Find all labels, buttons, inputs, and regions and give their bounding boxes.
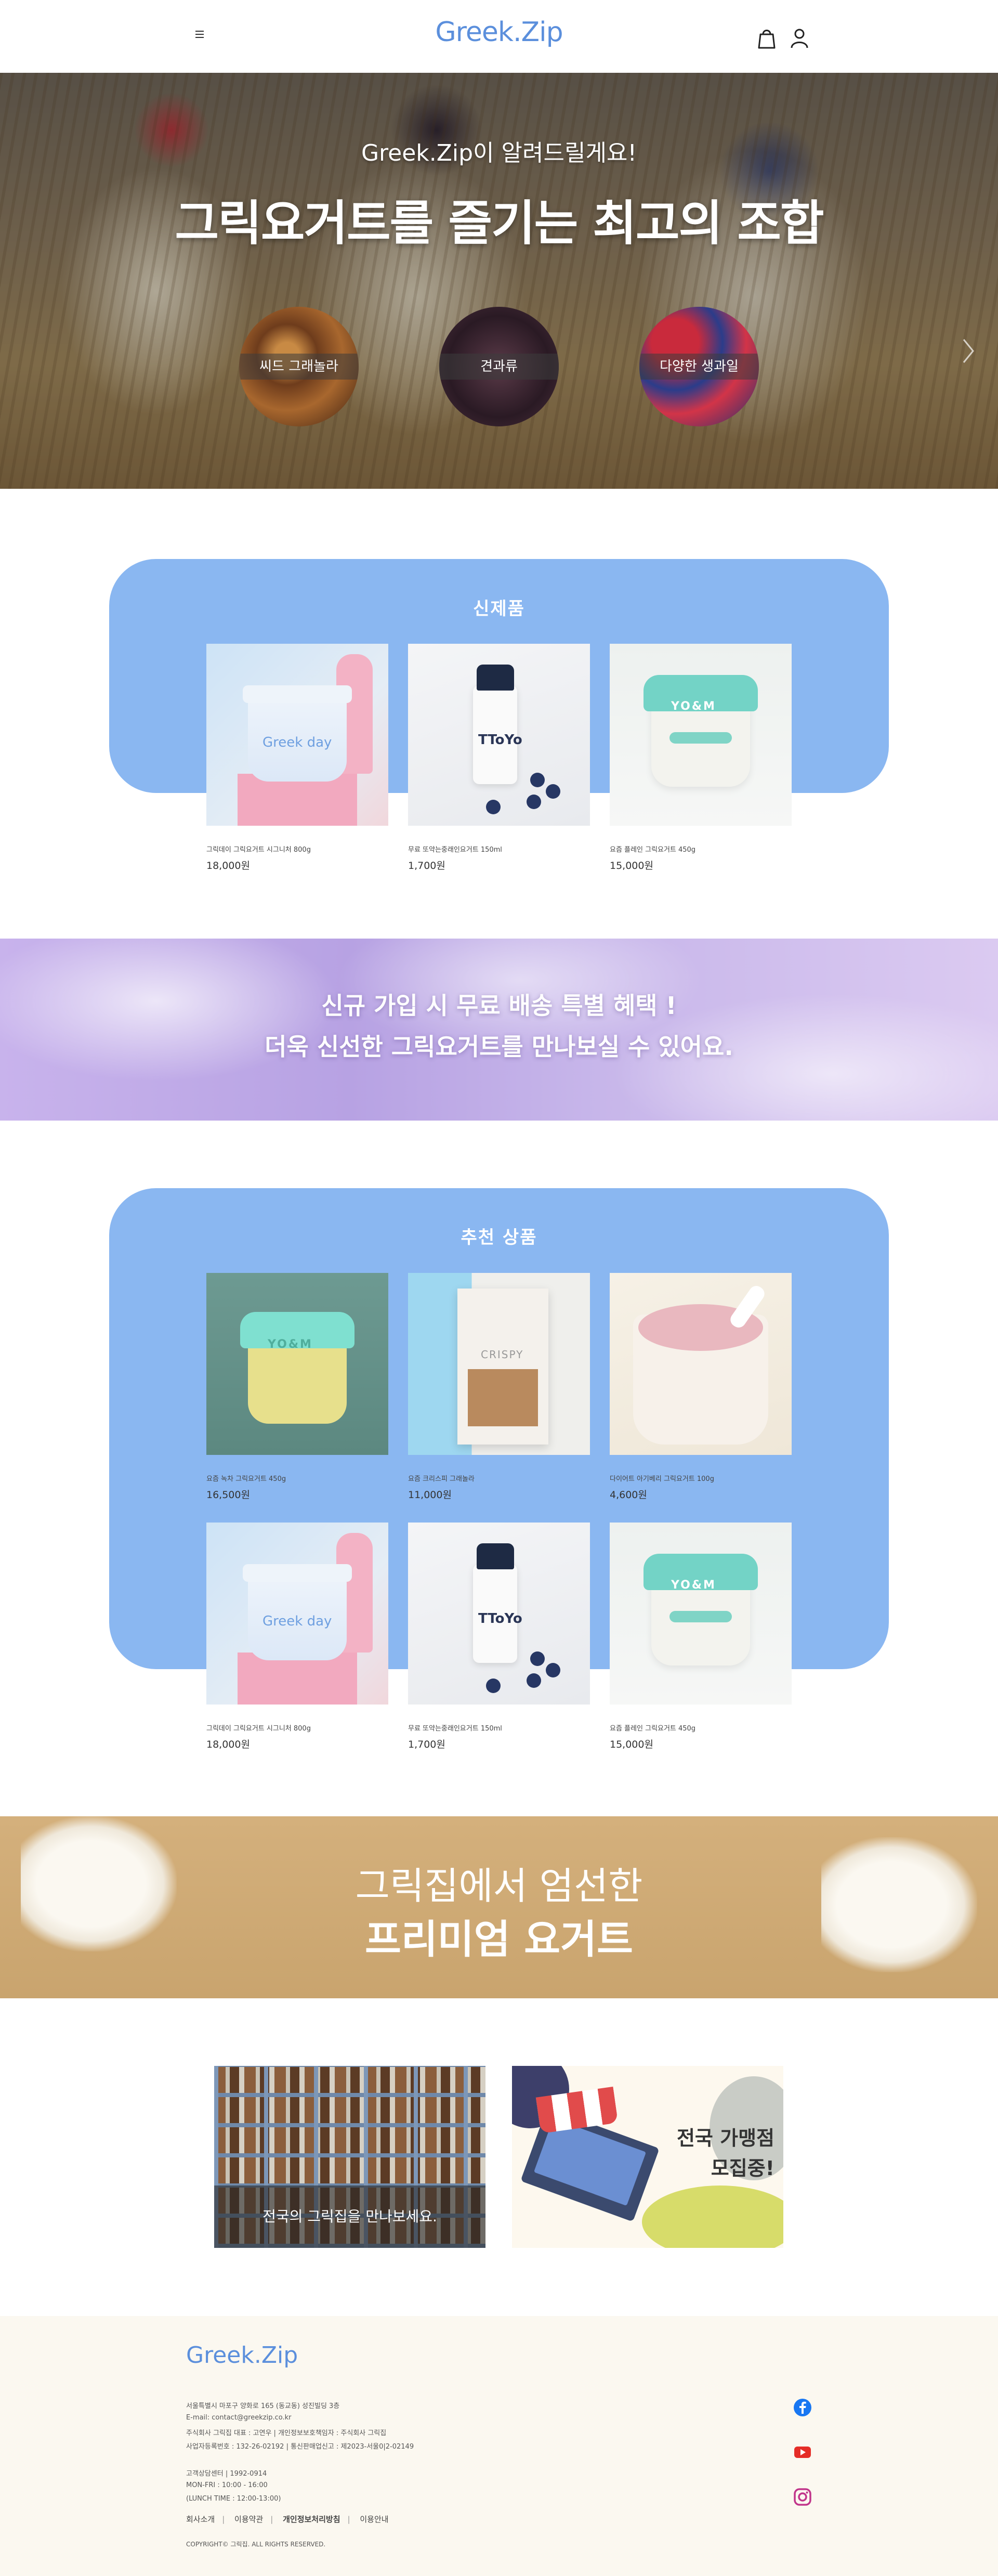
product-price: 11,000원 (408, 1489, 452, 1501)
footer-link-guide[interactable]: 이용안내 (360, 2515, 388, 2524)
premium-banner[interactable]: 그릭집에서 엄선한 프리미엄 요거트 (0, 1816, 998, 1998)
footer-link-privacy[interactable]: 개인정보처리방침 (283, 2515, 340, 2524)
product-name: 요즘 플레인 그릭요거트 450g (610, 846, 696, 854)
hamburger-menu-icon[interactable] (192, 29, 207, 43)
site-footer: Greek.Zip 서울특별시 마포구 양화로 165 (동교동) 성진빌딩 3… (0, 2316, 998, 2576)
product-card[interactable]: TToYo 무료 또약는중래인요거트 150ml 1,700원 (408, 1523, 590, 1751)
product-image: YO&M (610, 644, 792, 826)
footer-info-line: 사업자등록번호 : 132-26-02192 | 통신판매업신고 : 제2023… (186, 2443, 414, 2451)
product-card[interactable]: CRISPY 요즘 크리스피 그래놀라 11,000원 (408, 1273, 590, 1501)
franchise-card[interactable]: 전국 가맹점 모집중! (512, 2066, 783, 2248)
hero-circle-granola[interactable]: 씨드 그래놀라 (239, 307, 359, 426)
hero-subtitle: Greek.Zip이 알려드릴게요! (361, 140, 637, 166)
instagram-icon[interactable] (793, 2488, 812, 2506)
product-image: TToYo (408, 1523, 590, 1705)
hero-circle-label: 씨드 그래놀라 (239, 354, 359, 380)
product-card[interactable]: YO&M 요즘 녹차 그릭요거트 450g 16,500원 (206, 1273, 388, 1501)
product-name: 요즘 플레인 그릭요거트 450g (610, 1725, 696, 1733)
product-name: 무료 또약는중래인요거트 150ml (408, 846, 502, 854)
hero-circle-label: 다양한 생과일 (639, 354, 759, 380)
product-image: TToYo (408, 644, 590, 826)
footer-info-line: MON-FRI : 10:00 - 16:00 (186, 2481, 268, 2489)
footer-info-line: 주식회사 그릭집 대표 : 고연우 | 개인정보보호책임자 : 주식회사 그릭집 (186, 2429, 387, 2437)
product-price: 15,000원 (610, 860, 653, 871)
footer-copyright: COPYRIGHT© 그릭집. ALL RIGHTS RESERVED. (186, 2541, 326, 2548)
franchise-text: 전국 가맹점 모집중! (645, 2123, 774, 2183)
footer-links: 회사소개 | 이용약관 | 개인정보처리방침 | 이용안내 (186, 2515, 389, 2524)
franchise-line-2: 모집중! (711, 2157, 774, 2180)
user-icon[interactable] (789, 26, 810, 50)
product-name: 다이어트 아기베리 그릭요거트 100g (610, 1475, 714, 1483)
product-price: 16,500원 (206, 1489, 250, 1501)
hero-title: 그릭요거트를 즐기는 최고의 조합 (175, 196, 824, 251)
facebook-icon[interactable] (793, 2398, 812, 2417)
premium-line-1: 그릭집에서 엄선한 (355, 1864, 643, 1908)
footer-info-line: (LUNCH TIME : 12:00-13:00) (186, 2495, 281, 2503)
site-logo[interactable]: Greek.Zip (421, 17, 577, 48)
shopping-bag-icon[interactable] (756, 26, 777, 50)
hero-circle-label: 견과류 (439, 354, 559, 380)
footer-link-terms[interactable]: 이용약관 (234, 2515, 263, 2524)
product-card[interactable]: Greek day 그릭데이 그릭요거트 시그니처 800g 18,000원 (206, 644, 388, 872)
youtube-icon[interactable] (793, 2443, 812, 2462)
product-price: 18,000원 (206, 1739, 250, 1750)
store-locator-card[interactable]: 전국의 그릭집을 만나보세요. (214, 2066, 485, 2248)
product-price: 1,700원 (408, 1739, 445, 1750)
footer-link-company[interactable]: 회사소개 (186, 2515, 215, 2524)
promo-line-1: 신규 가입 시 무료 배송 특별 혜택 ! (321, 992, 677, 1020)
franchise-line-1: 전국 가맹점 (676, 2127, 774, 2150)
product-image: CRISPY (408, 1273, 590, 1455)
page: Greek.Zip Greek.Zip이 알려드릴게요! 그릭요거트를 즐기는 … (0, 0, 998, 2576)
recommended-title: 추천 상품 (461, 1227, 537, 1248)
product-name: 그릭데이 그릭요거트 시그니처 800g (206, 1725, 311, 1733)
footer-info-line: 서울특별시 마포구 양화로 165 (동교동) 성진빌딩 3층 (186, 2402, 340, 2410)
product-image (610, 1273, 792, 1455)
product-name: 요즘 녹차 그릭요거트 450g (206, 1475, 286, 1483)
hero-banner: Greek.Zip이 알려드릴게요! 그릭요거트를 즐기는 최고의 조합 씨드 … (0, 73, 998, 489)
product-card[interactable]: YO&M 요즘 플레인 그릭요거트 450g 15,000원 (610, 1523, 792, 1751)
product-price: 4,600원 (610, 1489, 647, 1501)
product-image: YO&M (206, 1273, 388, 1455)
product-price: 15,000원 (610, 1739, 653, 1750)
store-locator-caption: 전국의 그릭집을 만나보세요. (214, 2185, 485, 2248)
product-image: YO&M (610, 1523, 792, 1705)
new-products-title: 신제품 (473, 599, 525, 619)
product-price: 1,700원 (408, 860, 445, 871)
product-image: Greek day (206, 1523, 388, 1705)
product-price: 18,000원 (206, 860, 250, 871)
product-card[interactable]: 다이어트 아기베리 그릭요거트 100g 4,600원 (610, 1273, 792, 1501)
footer-info-line: E-mail: contact@greekzip.co.kr (186, 2414, 292, 2422)
footer-info-line: 고객상담센터 | 1992-0914 (186, 2470, 267, 2478)
product-card[interactable]: YO&M 요즘 플레인 그릭요거트 450g 15,000원 (610, 644, 792, 872)
product-name: 요즘 크리스피 그래놀라 (408, 1475, 475, 1483)
site-header: Greek.Zip (0, 0, 998, 73)
premium-line-2: 프리미엄 요거트 (365, 1916, 633, 1962)
product-card[interactable]: Greek day 그릭데이 그릭요거트 시그니처 800g 18,000원 (206, 1523, 388, 1751)
footer-logo[interactable]: Greek.Zip (186, 2342, 298, 2369)
chevron-right-icon[interactable] (961, 335, 976, 367)
signup-promo-banner[interactable]: 신규 가입 시 무료 배송 특별 혜택 ! 더욱 신선한 그릭요거트를 만나보실… (0, 939, 998, 1121)
promo-line-2: 더욱 신선한 그릭요거트를 만나보실 수 있어요. (265, 1033, 733, 1061)
hero-circle-nuts[interactable]: 견과류 (439, 307, 559, 426)
product-name: 그릭데이 그릭요거트 시그니처 800g (206, 846, 311, 854)
product-name: 무료 또약는중래인요거트 150ml (408, 1725, 502, 1733)
hero-circle-fruits[interactable]: 다양한 생과일 (639, 307, 759, 426)
product-image: Greek day (206, 644, 388, 826)
product-card[interactable]: TToYo 무료 또약는중래인요거트 150ml 1,700원 (408, 644, 590, 872)
